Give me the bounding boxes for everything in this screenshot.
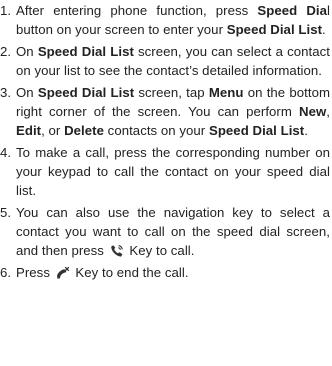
edit-label: Edit (16, 123, 42, 138)
speed-dial-list-label: Speed Dial List (37, 44, 134, 59)
step-text: On Speed Dial List screen, you can selec… (16, 44, 330, 78)
step-number: 5. (0, 205, 12, 220)
step-text: To make a call, press the corresponding … (16, 145, 330, 198)
step-text: Press Key to end the call. (16, 265, 189, 280)
delete-label: Delete (64, 123, 104, 138)
instruction-list: 1. After entering phone function, press … (0, 1, 332, 285)
step-2: 2. On Speed Dial List screen, you can se… (0, 42, 332, 80)
step-number: 4. (0, 145, 12, 160)
phone-send-icon (110, 244, 124, 258)
new-label: New (299, 104, 327, 119)
speed-dial-button-label: Speed Dia (257, 3, 328, 18)
step-number: 6. (0, 265, 12, 280)
step-5: 5. You can also use the navigation key t… (0, 203, 332, 260)
step-text: You can also use the navigation key to s… (16, 205, 330, 258)
speed-dial-list-label: Speed Dial List (226, 22, 323, 37)
speed-dial-list-label: Speed Dial List (37, 85, 135, 100)
step-1: 1. After entering phone function, press … (0, 1, 332, 39)
step-3: 3. On Speed Dial List screen, tap Menu o… (0, 83, 332, 140)
step-6: 6. Press Key to end the call. (0, 263, 332, 282)
step-4: 4. To make a call, press the correspondi… (0, 143, 332, 200)
step-text: After entering phone function, press Spe… (16, 3, 330, 37)
menu-label: Menu (208, 85, 244, 100)
step-text: On Speed Dial List screen, tap Menu on t… (16, 85, 330, 138)
speed-dial-list-label: Speed Dial List (208, 123, 305, 138)
phone-end-icon (56, 266, 70, 280)
step-number: 1. (0, 3, 12, 18)
step-number: 3. (0, 85, 12, 100)
step-number: 2. (0, 44, 12, 59)
